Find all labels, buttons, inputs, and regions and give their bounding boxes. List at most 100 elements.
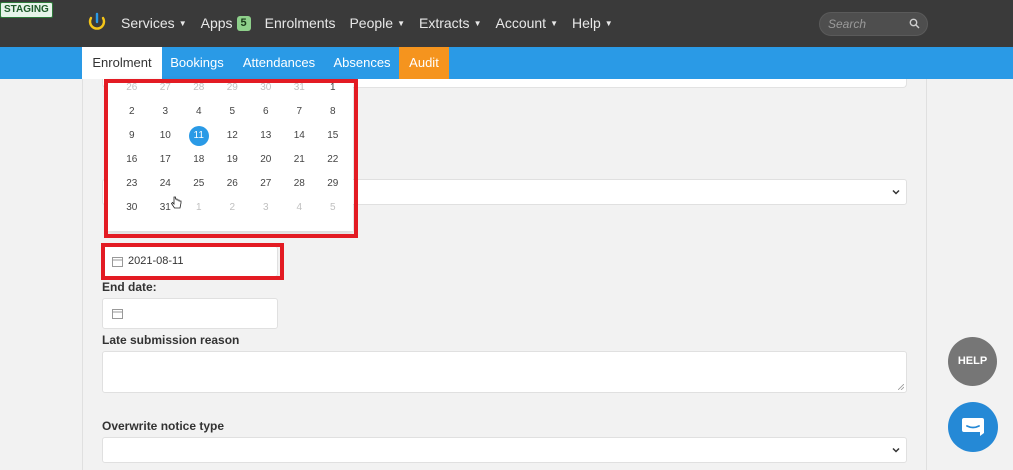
calendar-day[interactable]: 30 — [115, 196, 149, 220]
calendar-day-number: 22 — [327, 154, 339, 165]
calendar-day[interactable]: 26 — [115, 76, 149, 100]
calendar-day-number: 18 — [193, 154, 205, 165]
nav-item-services[interactable]: Services ▼ — [121, 15, 187, 31]
tab-absences[interactable]: Absences — [327, 47, 397, 79]
calendar-week-row: 26 27 28 29 30 31 1 — [115, 76, 350, 100]
calendar-day[interactable]: 12 — [216, 124, 250, 148]
calendar-day[interactable]: 29 — [316, 172, 350, 196]
calendar-day-number: 1 — [329, 82, 336, 93]
calendar-day-number: 23 — [126, 178, 138, 189]
calendar-day[interactable]: 7 — [283, 100, 317, 124]
chevron-down-icon — [892, 447, 900, 453]
overwrite-notice-type-select[interactable] — [102, 437, 907, 463]
calendar-day[interactable]: 28 — [182, 76, 216, 100]
calendar-day[interactable]: 4 — [283, 196, 317, 220]
calendar-day[interactable]: 23 — [115, 172, 149, 196]
calendar-icon — [112, 257, 123, 267]
calendar-day-number: 13 — [260, 130, 272, 141]
date-picker-popup: 26 27 28 29 30 31 1 2 3 4 5 6 7 8 9 10 11 12 13 14 15 16 17 18 1… — [108, 79, 353, 231]
nav-item-enrolments[interactable]: Enrolments — [265, 15, 336, 31]
nav-item-extracts[interactable]: Extracts ▼ — [419, 15, 482, 31]
calendar-day-number: 16 — [126, 154, 138, 165]
calendar-day[interactable]: 1 — [182, 196, 216, 220]
calendar-day[interactable]: 20 — [249, 148, 283, 172]
calendar-day-number: 27 — [159, 82, 171, 93]
calendar-day[interactable]: 25 — [182, 172, 216, 196]
app-logo-icon[interactable] — [87, 12, 107, 32]
calendar-day-number: 5 — [329, 202, 336, 213]
calendar-week-row: 2 3 4 5 6 7 8 — [115, 100, 350, 124]
calendar-day-number: 20 — [260, 154, 272, 165]
hand-cursor-icon — [170, 196, 182, 209]
calendar-day[interactable]: 24 — [149, 172, 183, 196]
tab-attendances[interactable]: Attendances — [236, 47, 322, 79]
calendar-week-row: 9 10 11 12 13 14 15 — [115, 124, 350, 148]
calendar-day[interactable]: 15 — [316, 124, 350, 148]
calendar-day[interactable]: 27 — [149, 76, 183, 100]
calendar-day[interactable]: 1 — [316, 76, 350, 100]
search-input[interactable] — [828, 16, 908, 32]
calendar-day[interactable]: 8 — [316, 100, 350, 124]
calendar-day-number: 28 — [293, 178, 305, 189]
late-submission-reason-textarea[interactable] — [102, 351, 907, 393]
calendar-day[interactable]: 13 — [249, 124, 283, 148]
top-navbar: STAGING Services ▼ Apps 5 Enrolments People ▼ E… — [0, 0, 1013, 47]
nav-item-account[interactable]: Account ▼ — [495, 15, 558, 31]
calendar-day[interactable]: 22 — [316, 148, 350, 172]
nav-item-label: Apps — [200, 15, 233, 31]
calendar-week-row: 23 24 25 26 27 28 29 — [115, 172, 350, 196]
caret-down-icon: ▼ — [604, 18, 613, 28]
calendar-day[interactable]: 2 — [216, 196, 250, 220]
calendar-day[interactable]: 5 — [216, 100, 250, 124]
calendar-day[interactable]: 2 — [115, 100, 149, 124]
calendar-day-number: 5 — [229, 106, 236, 117]
calendar-day[interactable]: 31 — [283, 76, 317, 100]
calendar-day[interactable]: 3 — [249, 196, 283, 220]
calendar-day[interactable]: 10 — [149, 124, 183, 148]
overwrite-notice-type-label: Overwrite notice type — [102, 419, 225, 433]
calendar-day[interactable]: 29 — [216, 76, 250, 100]
calendar-day[interactable]: 16 — [115, 148, 149, 172]
search-icon[interactable] — [909, 18, 920, 29]
calendar-day-selected[interactable]: 11 — [182, 124, 216, 148]
tab-bookings[interactable]: Bookings — [162, 47, 232, 79]
calendar-day-number: 17 — [159, 154, 171, 165]
calendar-day[interactable]: 3 — [149, 100, 183, 124]
calendar-day[interactable]: 21 — [283, 148, 317, 172]
nav-item-help[interactable]: Help ▼ — [572, 15, 613, 31]
calendar-day-number: 14 — [293, 130, 305, 141]
chat-button[interactable] — [948, 402, 998, 452]
end-date-label: End date: — [102, 280, 157, 294]
tab-audit[interactable]: Audit — [399, 47, 449, 79]
nav-item-people[interactable]: People ▼ — [349, 15, 405, 31]
nav-item-apps[interactable]: Apps 5 — [201, 15, 251, 31]
calendar-day[interactable]: 19 — [216, 148, 250, 172]
calendar-day-number: 4 — [296, 202, 303, 213]
end-date-field[interactable] — [102, 298, 278, 329]
calendar-day-number: 15 — [327, 130, 339, 141]
calendar-day[interactable]: 26 — [216, 172, 250, 196]
chevron-down-icon — [892, 189, 900, 195]
search-box[interactable] — [819, 12, 928, 36]
calendar-day-number: 26 — [126, 82, 138, 93]
calendar-day[interactable]: 14 — [283, 124, 317, 148]
calendar-day[interactable]: 18 — [182, 148, 216, 172]
calendar-day[interactable]: 4 — [182, 100, 216, 124]
calendar-week-row: 30 31 1 2 3 4 5 — [115, 196, 350, 220]
calendar-day[interactable]: 6 — [249, 100, 283, 124]
calendar-day-number: 28 — [193, 82, 205, 93]
calendar-day[interactable]: 28 — [283, 172, 317, 196]
tab-enrolment[interactable]: Enrolment — [82, 47, 162, 79]
calendar-day[interactable]: 27 — [249, 172, 283, 196]
nav-item-label: Help — [572, 15, 601, 31]
help-button[interactable]: HELP — [948, 337, 997, 386]
resize-grip-icon[interactable] — [898, 384, 904, 390]
start-date-field[interactable]: 2021-08-11 — [102, 246, 278, 277]
calendar-day[interactable]: 5 — [316, 196, 350, 220]
calendar-day[interactable]: 9 — [115, 124, 149, 148]
start-date-value: 2021-08-11 — [128, 255, 184, 267]
calendar-day[interactable]: 30 — [249, 76, 283, 100]
calendar-day[interactable]: 17 — [149, 148, 183, 172]
nav-item-label: People — [349, 15, 394, 31]
calendar-day-number: 2 — [229, 202, 236, 213]
